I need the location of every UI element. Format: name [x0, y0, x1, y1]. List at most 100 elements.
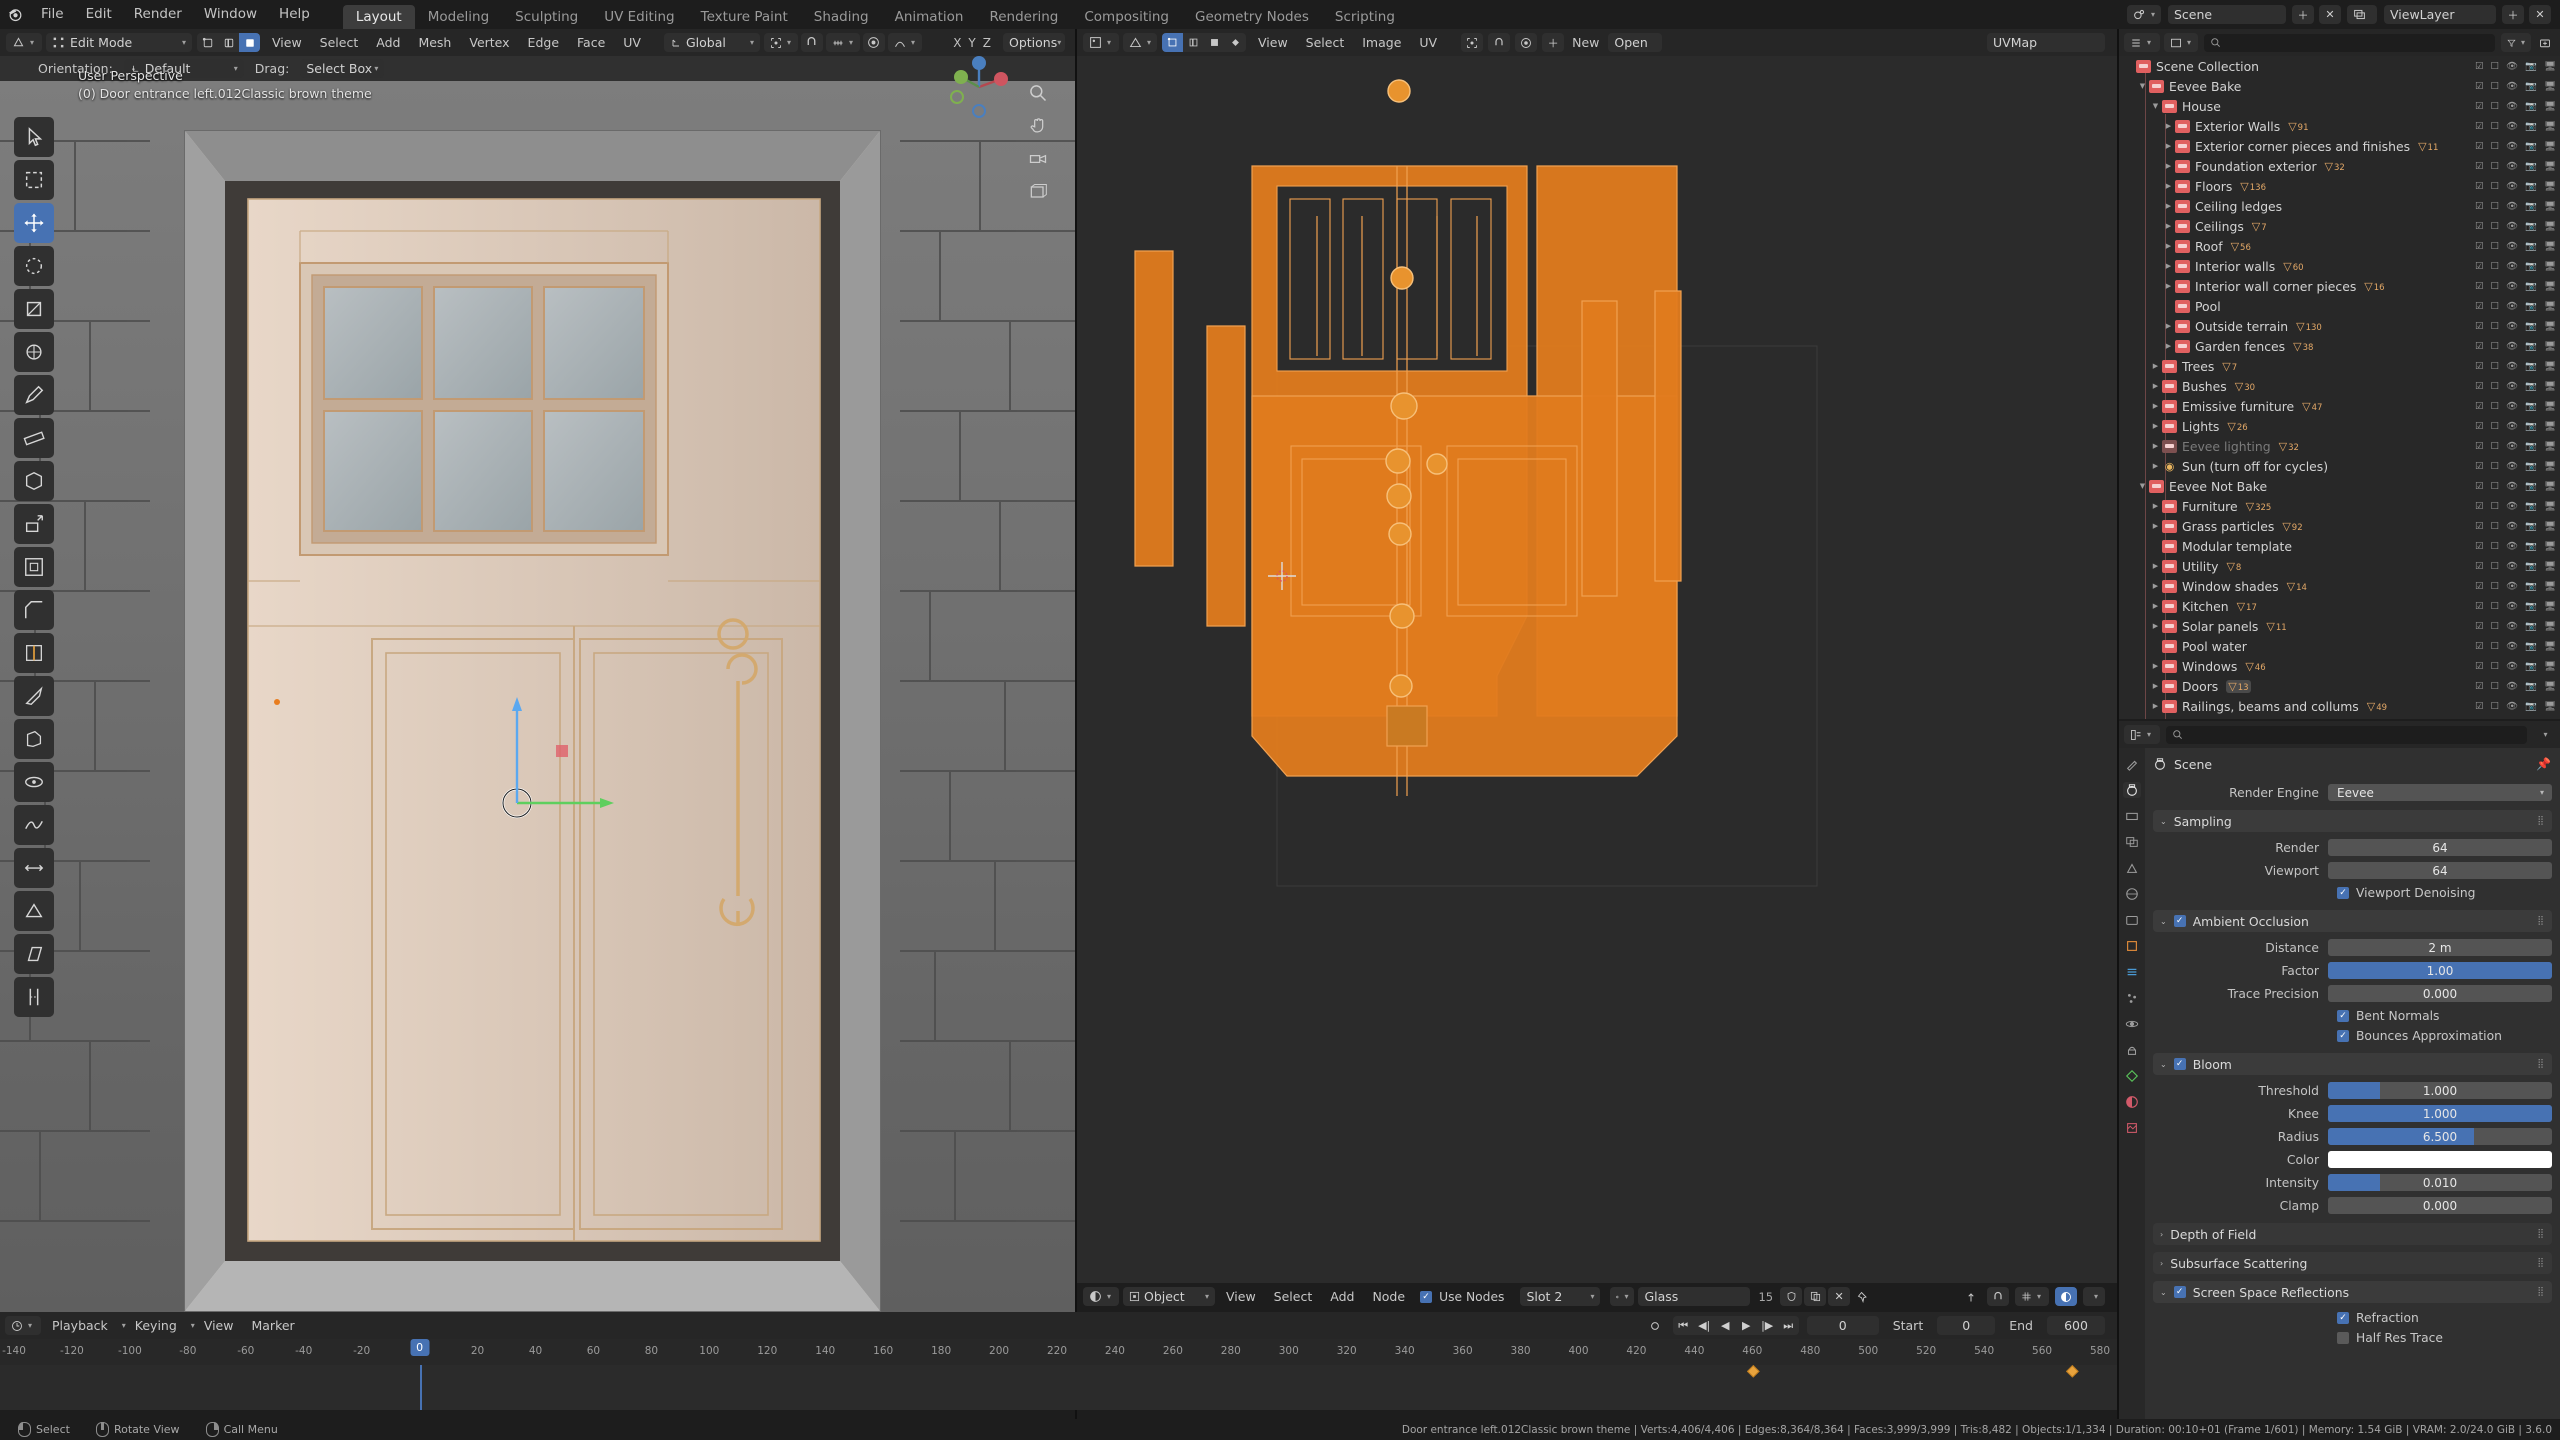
- viewport-menu-face[interactable]: Face: [568, 35, 614, 50]
- shader-type-selector[interactable]: Object ▾: [1123, 1287, 1215, 1306]
- disable-in-renders-icon[interactable]: 📷: [2525, 261, 2537, 272]
- hide-in-viewport-icon[interactable]: 👁: [2506, 121, 2518, 132]
- viewport-options-button[interactable]: Options ▾: [1003, 33, 1065, 52]
- exclude-toggle[interactable]: ☐: [2491, 681, 2500, 692]
- exclude-toggle[interactable]: ☐: [2491, 601, 2500, 612]
- viewlayer-name-field[interactable]: ViewLayer: [2384, 5, 2496, 24]
- outliner-row[interactable]: ▶ Floors ▽ 136 ☑ ☐ 👁 📷 🖥: [2119, 176, 2560, 196]
- outliner-row[interactable]: ▶ ◉ Sun (turn off for cycles) ☑ ☐ 👁 📷 🖥: [2119, 456, 2560, 476]
- navigation-gizmo[interactable]: [943, 51, 1015, 123]
- shader-menu-add[interactable]: Add: [1321, 1289, 1363, 1304]
- tab-shading[interactable]: Shading: [801, 5, 882, 29]
- checkbox-toggle[interactable]: ☑: [2475, 461, 2484, 472]
- disclosure-right-icon[interactable]: ▶: [2149, 362, 2162, 370]
- prop-tab-constraints[interactable]: [2123, 1042, 2141, 1058]
- disable-in-viewports-icon[interactable]: 🖥: [2544, 561, 2556, 572]
- hide-in-viewport-icon[interactable]: 👁: [2506, 61, 2518, 72]
- disable-in-viewports-icon[interactable]: 🖥: [2544, 421, 2556, 432]
- property-value-slider[interactable]: 1.000: [2328, 1105, 2552, 1122]
- hide-in-viewport-icon[interactable]: 👁: [2506, 621, 2518, 632]
- checkbox-toggle[interactable]: ☑: [2475, 601, 2484, 612]
- disclosure-right-icon[interactable]: ▶: [2162, 282, 2175, 290]
- exclude-toggle[interactable]: ☐: [2491, 701, 2500, 712]
- prop-tab-scene[interactable]: [2123, 860, 2141, 876]
- property-checkbox-row[interactable]: ✓ Bounces Approximation: [2153, 1026, 2552, 1046]
- hide-in-viewport-icon[interactable]: 👁: [2506, 461, 2518, 472]
- prop-tab-collection[interactable]: [2123, 912, 2141, 928]
- disable-in-renders-icon[interactable]: 📷: [2525, 601, 2537, 612]
- keyframe-marker[interactable]: [2065, 1364, 2079, 1378]
- outliner-row[interactable]: ▶ Exterior corner pieces and finishes ▽ 11 ☑…: [2119, 136, 2560, 156]
- timeline-menu-view[interactable]: View: [195, 1318, 243, 1333]
- outliner-row[interactable]: ▶ Ceiling ledges ☑ ☐ 👁 📷 🖥: [2119, 196, 2560, 216]
- tool-bevel[interactable]: [14, 590, 54, 630]
- hide-in-viewport-icon[interactable]: 👁: [2506, 301, 2518, 312]
- outliner-row[interactable]: ▶ Ceilings ▽ 7 ☑ ☐ 👁 📷 🖥: [2119, 216, 2560, 236]
- disable-in-viewports-icon[interactable]: 🖥: [2544, 601, 2556, 612]
- disclosure-right-icon[interactable]: ▶: [2162, 322, 2175, 330]
- disable-in-viewports-icon[interactable]: 🖥: [2544, 401, 2556, 412]
- hide-in-viewport-icon[interactable]: 👁: [2506, 101, 2518, 112]
- disable-in-viewports-icon[interactable]: 🖥: [2544, 241, 2556, 252]
- tool-spin[interactable]: [14, 762, 54, 802]
- property-value-slider[interactable]: 6.500: [2328, 1128, 2552, 1145]
- checkbox-toggle[interactable]: ☑: [2475, 401, 2484, 412]
- disable-in-viewports-icon[interactable]: 🖥: [2544, 641, 2556, 652]
- timeline-menu-keying[interactable]: Keying: [126, 1318, 186, 1333]
- editor-type-icon[interactable]: ▾: [6, 33, 42, 52]
- uv-face-select-button[interactable]: [1204, 33, 1225, 52]
- shader-editor-type-icon[interactable]: ▾: [1083, 1287, 1119, 1306]
- disable-in-viewports-icon[interactable]: 🖥: [2544, 461, 2556, 472]
- panel-enable-checkbox[interactable]: ✓: [2173, 915, 2186, 927]
- tool-extrude[interactable]: [14, 504, 54, 544]
- exclude-toggle[interactable]: ☐: [2491, 661, 2500, 672]
- disclosure-right-icon[interactable]: ▶: [2149, 402, 2162, 410]
- checkbox-toggle[interactable]: ☑: [2475, 561, 2484, 572]
- checkbox-toggle[interactable]: ☑: [2475, 421, 2484, 432]
- checkbox-toggle[interactable]: ☑: [2475, 701, 2484, 712]
- exclude-toggle[interactable]: ☐: [2491, 561, 2500, 572]
- hide-in-viewport-icon[interactable]: 👁: [2506, 481, 2518, 492]
- disable-in-viewports-icon[interactable]: 🖥: [2544, 321, 2556, 332]
- shader-menu-view[interactable]: View: [1217, 1289, 1265, 1304]
- tool-knife[interactable]: [14, 676, 54, 716]
- disclosure-right-icon[interactable]: ▶: [2149, 662, 2162, 670]
- disclosure-right-icon[interactable]: ▶: [2162, 222, 2175, 230]
- exclude-toggle[interactable]: ☐: [2491, 481, 2500, 492]
- checkbox-toggle[interactable]: ☑: [2475, 381, 2484, 392]
- uv-menu-uv[interactable]: UV: [1410, 35, 1446, 50]
- uv-menu-select[interactable]: Select: [1297, 35, 1354, 50]
- hide-in-viewport-icon[interactable]: 👁: [2506, 201, 2518, 212]
- disable-in-renders-icon[interactable]: 📷: [2525, 341, 2537, 352]
- hide-in-viewport-icon[interactable]: 👁: [2506, 501, 2518, 512]
- axis-lock-x[interactable]: X: [953, 36, 961, 50]
- disclosure-right-icon[interactable]: ▶: [2162, 182, 2175, 190]
- checkbox-toggle[interactable]: ☑: [2475, 141, 2484, 152]
- prop-tab-render[interactable]: [2123, 782, 2141, 798]
- face-select-mode-button[interactable]: [239, 33, 260, 52]
- hide-in-viewport-icon[interactable]: 👁: [2506, 81, 2518, 92]
- properties-pin-icon[interactable]: 📌: [2536, 757, 2552, 771]
- outliner-row[interactable]: ▶ Garden fences ▽ 38 ☑ ☐ 👁 📷 🖥: [2119, 336, 2560, 356]
- disable-in-viewports-icon[interactable]: 🖥: [2544, 541, 2556, 552]
- checkbox-toggle[interactable]: ☑: [2475, 301, 2484, 312]
- disable-in-viewports-icon[interactable]: 🖥: [2544, 621, 2556, 632]
- use-nodes-checkbox[interactable]: ✓: [1420, 1290, 1433, 1303]
- new-scene-button[interactable]: ＋: [2292, 5, 2314, 24]
- exclude-toggle[interactable]: ☐: [2491, 141, 2500, 152]
- outliner-row[interactable]: ▶ Interior wall corner pieces ▽ 16 ☑ ☐ 👁 📷 🖥: [2119, 276, 2560, 296]
- disable-in-renders-icon[interactable]: 📷: [2525, 161, 2537, 172]
- camera-view-icon[interactable]: [1026, 147, 1050, 171]
- prop-tab-object[interactable]: [2123, 938, 2141, 954]
- hide-in-viewport-icon[interactable]: 👁: [2506, 221, 2518, 232]
- properties-search-input[interactable]: [2166, 725, 2527, 744]
- zoom-icon[interactable]: [1026, 81, 1050, 105]
- timeline-menu-marker[interactable]: Marker: [242, 1318, 303, 1333]
- disable-in-renders-icon[interactable]: 📷: [2525, 201, 2537, 212]
- tool-move[interactable]: [14, 203, 54, 243]
- outliner-row[interactable]: ▶ Outside terrain ▽ 130 ☑ ☐ 👁 📷 🖥: [2119, 316, 2560, 336]
- unlink-material-icon[interactable]: ✕: [1828, 1287, 1851, 1306]
- viewport-menu-edge[interactable]: Edge: [519, 35, 568, 50]
- outliner-row[interactable]: ▶ Doors ▽ 13 ☑ ☐ 👁 📷 🖥: [2119, 676, 2560, 696]
- tool-smooth[interactable]: [14, 805, 54, 845]
